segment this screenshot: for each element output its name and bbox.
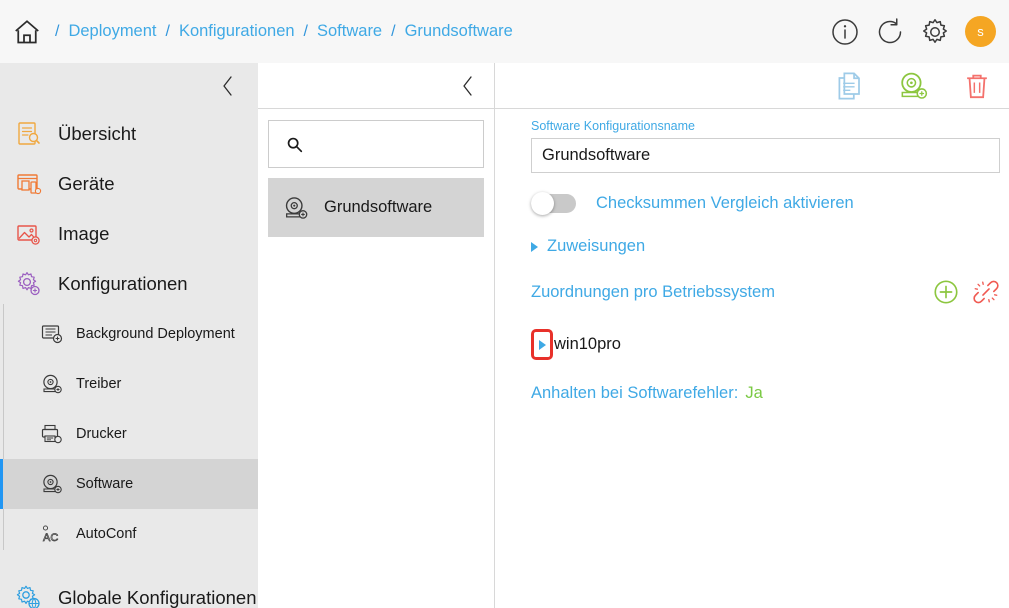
delete-trash-icon [967,74,987,99]
breadcrumb-item-grundsoftware[interactable]: Grundsoftware [405,22,513,41]
sidebar-item-drucker[interactable]: Drucker [0,409,258,459]
win10pro-expander[interactable] [531,329,553,360]
sidebar-item-geraete[interactable]: Geräte [0,159,258,209]
os-assignment-row-win10pro: win10pro [531,329,999,360]
sidebar-item-autoconf[interactable]: AC AutoConf [0,509,258,559]
copy-document-icon [838,72,860,100]
sidebar-item-label: Software [76,476,134,492]
triangle-right-icon [531,241,538,252]
detail-toolbar [444,63,1009,109]
unlink-assignment-button[interactable] [972,278,1000,306]
plus-circle-icon [934,280,958,304]
top-header: / Deployment / Konfigurationen / Softwar… [0,0,1009,63]
detail-form: Software Konfigurationsname Checksummen … [495,63,1009,403]
sidebar-item-label: Background Deployment [76,326,235,342]
sidebar-item-label: Drucker [76,426,127,442]
sidebar-item-label: Konfigurationen [58,273,188,294]
chevron-left-icon [463,75,472,96]
toggle-knob [531,192,554,215]
sidebar-item-uebersicht[interactable]: Übersicht [0,109,258,159]
search-field[interactable] [311,135,451,153]
refresh-icon[interactable] [875,17,905,47]
software-disc-icon [901,72,928,99]
sidebar-item-label: Image [58,223,110,244]
driver-icon [43,374,62,394]
sidebar-item-image[interactable]: Image [0,209,258,259]
home-icon[interactable] [12,17,46,47]
os-assignment-label[interactable]: win10pro [554,335,621,354]
checksum-toggle-row: Checksummen Vergleich aktivieren [531,192,999,215]
breadcrumb-item-deployment[interactable]: Deployment [68,22,156,41]
software-icon [285,196,308,219]
config-name-input[interactable] [531,138,1000,173]
breadcrumb-separator-2: / [303,22,308,40]
broken-link-icon [973,280,999,304]
search-input[interactable] [268,120,484,168]
sidebar-item-globale-konfigurationen[interactable]: Globale Konfigurationen [0,573,258,608]
detail-actions [833,63,993,109]
configuration-list-panel: Grundsoftware [258,63,495,608]
header-actions: s [830,0,996,63]
software-error-value[interactable]: Ja [745,384,762,403]
detail-back-button[interactable] [460,74,476,98]
overview-icon [18,122,40,145]
avatar[interactable]: s [965,16,996,47]
assignments-label[interactable]: Zuweisungen [547,237,645,256]
info-icon[interactable] [830,17,860,47]
global-configurations-icon [16,585,40,608]
devices-icon [17,174,42,195]
os-assignments-actions [932,278,1000,306]
software-disc-button[interactable] [897,70,929,102]
sidebar-item-konfigurationen[interactable]: Konfigurationen [0,259,258,309]
list-item-grundsoftware[interactable]: Grundsoftware [268,178,484,237]
breadcrumb-item-software[interactable]: Software [317,22,382,41]
sidebar-item-software[interactable]: Software [0,459,258,509]
application-window: / Deployment / Konfigurationen / Softwar… [0,0,1009,608]
chevron-left-icon [223,76,232,96]
sidebar-item-label: Übersicht [58,123,137,144]
software-error-label: Anhalten bei Softwarefehler: [531,384,739,402]
breadcrumb-item-konfigurationen[interactable]: Konfigurationen [179,22,295,41]
breadcrumb-separator-3: / [391,22,396,40]
printer-icon [41,424,62,444]
image-icon [17,225,40,245]
checksum-toggle[interactable] [531,192,576,215]
delete-button[interactable] [961,70,993,102]
os-assignments-title[interactable]: Zuordnungen pro Betriebssystem [531,283,775,302]
sidebar-item-treiber[interactable]: Treiber [0,359,258,409]
breadcrumb: / Deployment / Konfigurationen / Softwar… [0,0,513,63]
breadcrumb-separator-0: / [55,22,60,40]
software-error-status-row: Anhalten bei Softwarefehler: Ja [531,384,999,403]
config-name-label: Software Konfigurationsname [531,119,695,133]
sidebar-item-label: Geräte [58,173,115,194]
sidebar-item-label: Globale Konfigurationen [58,587,257,608]
search-container [258,109,494,168]
detail-panel: Software Konfigurationsname Checksummen … [444,63,1009,608]
add-assignment-button[interactable] [932,278,960,306]
search-icon [287,137,303,152]
background-deployment-icon [41,325,63,344]
list-item-label: Grundsoftware [324,198,433,216]
autoconf-icon: AC [43,525,59,544]
sidebar-item-background-deployment[interactable]: Background Deployment [0,309,258,359]
sidebar: Übersicht Geräte Image Konfigurationen B… [0,63,258,608]
sidebar-collapse-button[interactable] [0,63,258,109]
os-assignments-section-header: Zuordnungen pro Betriebssystem [531,278,1000,306]
assignments-expander[interactable]: Zuweisungen [531,237,999,256]
software-icon [43,474,62,494]
configurations-icon [17,272,40,296]
sidebar-item-label: AutoConf [76,526,137,542]
triangle-right-icon [538,339,546,350]
svg-text:AC: AC [43,532,58,544]
copy-document-button[interactable] [833,70,865,102]
breadcrumb-separator-1: / [165,22,170,40]
gear-icon[interactable] [920,17,950,47]
checksum-toggle-label[interactable]: Checksummen Vergleich aktivieren [596,194,854,213]
sidebar-item-label: Treiber [76,376,122,392]
